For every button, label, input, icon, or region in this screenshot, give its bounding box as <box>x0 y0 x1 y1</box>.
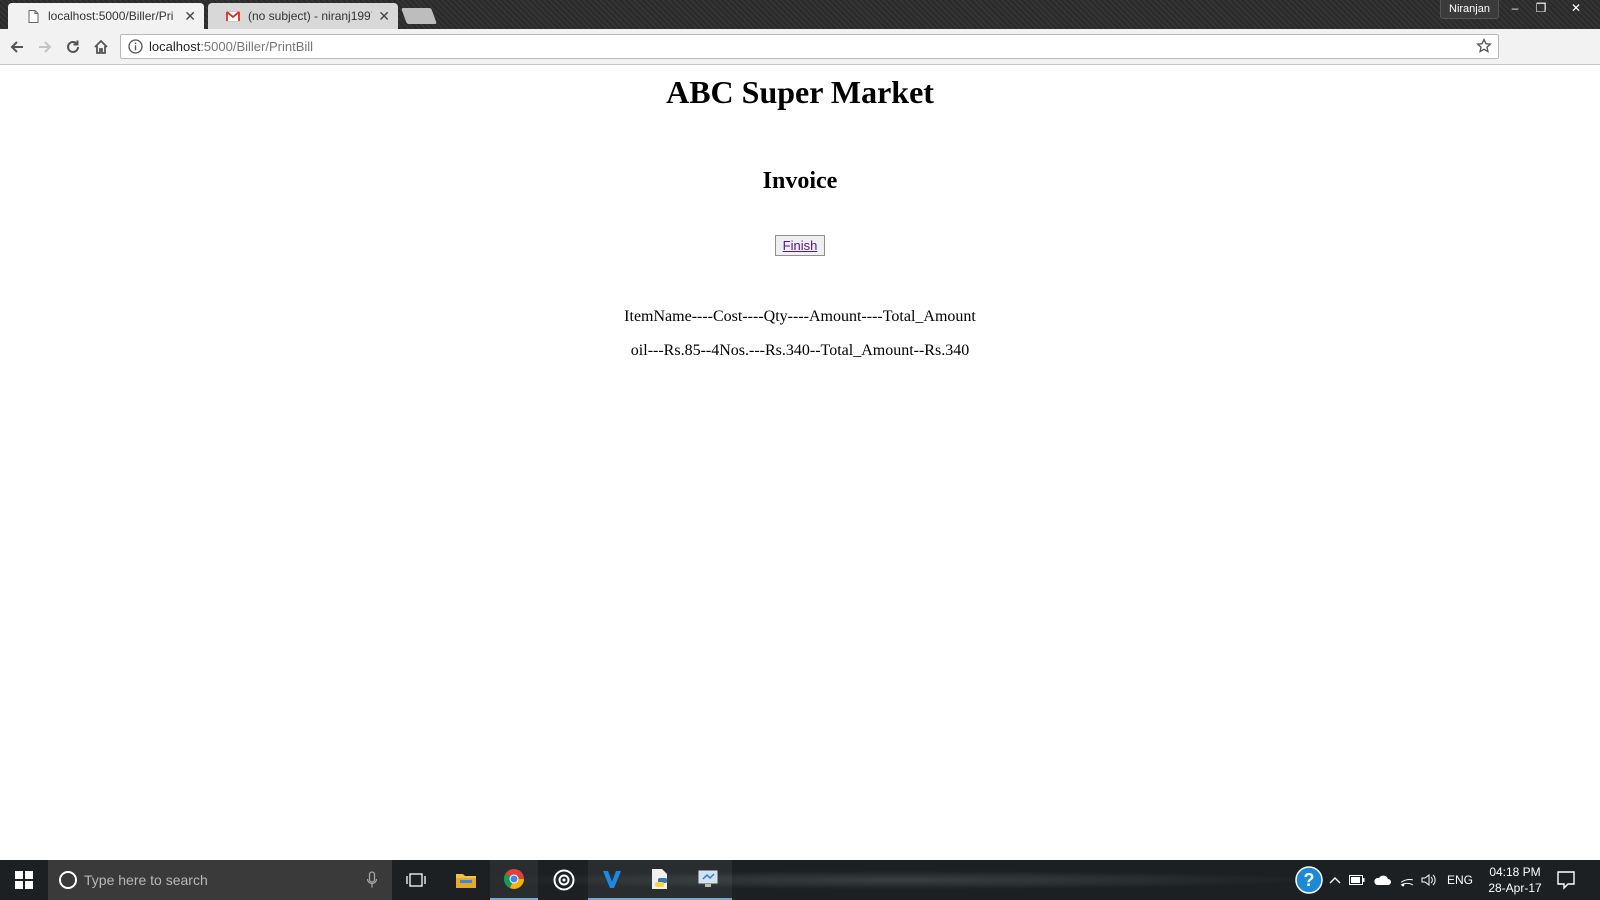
invoice-item-line: oil---Rs.85--4Nos.---Rs.340--Total_Amoun… <box>630 342 970 359</box>
language-indicator[interactable]: ENG <box>1442 860 1478 900</box>
file-explorer-icon[interactable] <box>442 860 490 900</box>
gmail-icon <box>226 9 240 23</box>
battery-icon[interactable] <box>1346 860 1368 900</box>
restore-icon[interactable]: ❐ <box>1528 0 1554 18</box>
tab-gmail[interactable]: (no subject) - niranj1997 ✕ <box>208 3 398 29</box>
volume-icon[interactable] <box>1418 860 1440 900</box>
address-bar[interactable]: localhost:5000/Biller/PrintBill <box>120 34 1499 59</box>
help-icon[interactable]: ? <box>1294 860 1324 900</box>
minimize-icon[interactable]: – <box>1502 0 1528 18</box>
finish-wrap: Finish <box>0 235 1600 256</box>
taskbar-search-input[interactable]: Type here to search <box>48 860 392 900</box>
microphone-icon[interactable] <box>366 871 378 889</box>
cortana-icon <box>59 871 77 889</box>
onedrive-icon[interactable] <box>1370 860 1394 900</box>
browser-toolbar: localhost:5000/Biller/PrintBill <box>0 29 1600 84</box>
tab-title: (no subject) - niranj1997 <box>248 9 373 23</box>
task-view-icon[interactable] <box>392 860 440 900</box>
taskbar-clock[interactable]: 04:18 PM 28-Apr-17 <box>1480 864 1550 896</box>
clock-time: 04:18 PM <box>1489 865 1541 879</box>
windows-taskbar: Type here to search ? ENG 04:18 PM 28-Ap… <box>0 860 1600 900</box>
home-icon[interactable] <box>90 36 112 58</box>
url-host: localhost <box>149 39 201 54</box>
tab-printbill[interactable]: localhost:5000/Biller/Pri ✕ <box>8 3 204 29</box>
svg-text:?: ? <box>1304 870 1315 890</box>
new-tab-button[interactable] <box>401 8 437 24</box>
python-file-icon[interactable] <box>636 860 684 900</box>
groove-music-icon[interactable] <box>540 860 588 900</box>
browser-tab-strip: localhost:5000/Biller/Pri ✕ (no subject)… <box>0 0 1600 29</box>
windows-logo-icon <box>15 871 33 889</box>
close-window-icon[interactable]: ✕ <box>1560 0 1592 18</box>
forward-icon[interactable] <box>34 36 56 58</box>
page-content: ABC Super Market Invoice Finish ItemName… <box>0 65 1600 860</box>
action-center-icon[interactable] <box>1556 870 1576 890</box>
reload-icon[interactable] <box>62 36 84 58</box>
profile-button[interactable]: Niranjan <box>1440 0 1499 19</box>
start-button[interactable] <box>0 860 48 900</box>
tab-close-icon[interactable]: ✕ <box>378 8 390 25</box>
url-path: :5000/Biller/PrintBill <box>200 39 314 54</box>
finish-button[interactable]: Finish <box>774 235 826 256</box>
info-icon[interactable] <box>128 39 143 54</box>
store-name-heading: ABC Super Market <box>666 74 934 110</box>
visual-studio-code-icon[interactable] <box>588 860 636 900</box>
tab-close-icon[interactable]: ✕ <box>184 8 196 25</box>
back-icon[interactable] <box>6 36 28 58</box>
bookmark-star-icon[interactable] <box>1476 38 1492 54</box>
show-hidden-icons-icon[interactable] <box>1326 860 1344 900</box>
search-placeholder: Type here to search <box>84 872 208 888</box>
remote-desktop-icon[interactable] <box>684 860 732 900</box>
clock-date: 28-Apr-17 <box>1488 881 1542 895</box>
chrome-taskbar-icon[interactable] <box>490 860 538 900</box>
wifi-icon[interactable] <box>1396 860 1418 900</box>
invoice-heading: Invoice <box>762 168 838 194</box>
page-icon <box>26 9 40 23</box>
tab-title: localhost:5000/Biller/Pri <box>48 9 174 23</box>
invoice-header-line: ItemName----Cost----Qty----Amount----Tot… <box>624 308 976 325</box>
